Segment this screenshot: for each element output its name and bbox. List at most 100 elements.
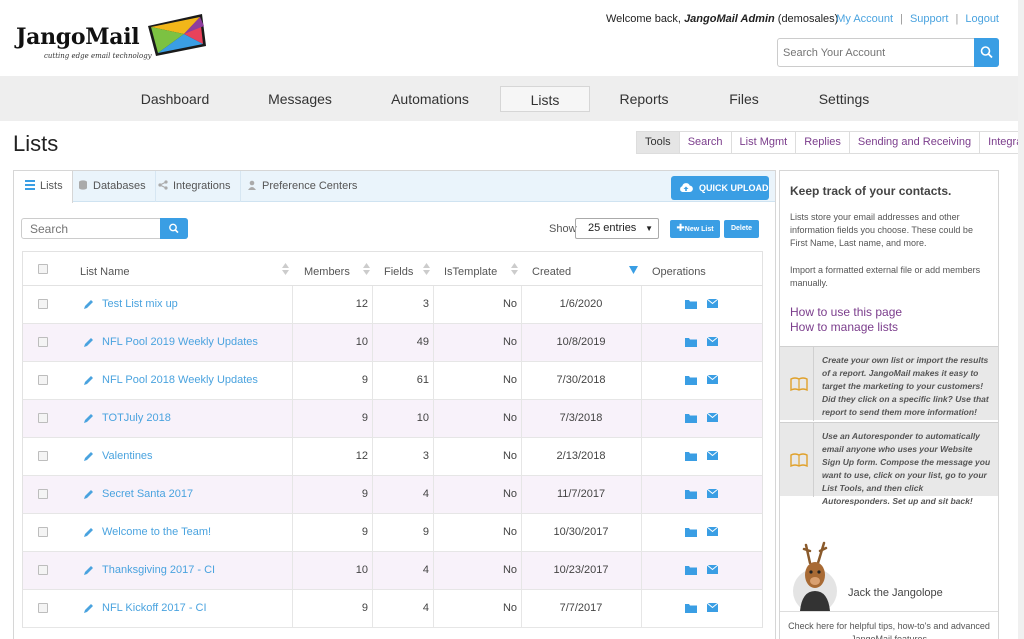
list-name-link[interactable]: NFL Kickoff 2017 - CI	[102, 590, 207, 627]
nav-files[interactable]: Files	[712, 86, 776, 112]
row-checkbox[interactable]	[38, 527, 48, 537]
row-checkbox[interactable]	[38, 337, 48, 347]
jangolope-mascot[interactable]	[784, 539, 846, 611]
list-name-link[interactable]: Thanksgiving 2017 - CI	[102, 552, 215, 589]
col-istemplate[interactable]: IsTemplate	[444, 252, 497, 287]
tab-preference-centers[interactable]: Preference Centers	[247, 171, 357, 202]
members-cell: 9	[361, 602, 368, 614]
list-name-link[interactable]: NFL Pool 2018 Weekly Updates	[102, 362, 258, 399]
col-fields[interactable]: Fields	[384, 252, 413, 287]
nav-messages[interactable]: Messages	[255, 86, 345, 112]
tool-sending-receiving[interactable]: Sending and Receiving	[848, 132, 979, 153]
envelope-icon[interactable]	[707, 299, 718, 308]
list-name-link[interactable]: TOTJuly 2018	[102, 400, 171, 437]
row-checkbox[interactable]	[38, 299, 48, 309]
list-name-link[interactable]: Welcome to the Team!	[102, 514, 211, 551]
nav-automations[interactable]: Automations	[380, 86, 480, 112]
list-name-link[interactable]: Test List mix up	[102, 286, 178, 323]
row-checkbox[interactable]	[38, 413, 48, 423]
folder-icon[interactable]	[685, 337, 697, 347]
envelope-icon[interactable]	[707, 413, 718, 422]
list-name-link[interactable]: NFL Pool 2019 Weekly Updates	[102, 324, 258, 361]
folder-icon[interactable]	[685, 489, 697, 499]
database-icon	[79, 180, 87, 190]
row-checkbox[interactable]	[38, 565, 48, 575]
row-checkbox[interactable]	[38, 603, 48, 613]
created-cell: 7/3/2018	[559, 412, 603, 424]
istemplate-cell: No	[502, 336, 517, 348]
page-title: Lists	[13, 131, 59, 156]
pencil-icon[interactable]	[83, 527, 94, 538]
list-name-link[interactable]: Secret Santa 2017	[102, 476, 193, 513]
envelope-icon[interactable]	[707, 603, 718, 612]
delete-button[interactable]: Delete	[724, 220, 759, 238]
pencil-icon[interactable]	[83, 337, 94, 348]
folder-icon[interactable]	[685, 413, 697, 423]
logout-link[interactable]: Logout	[965, 13, 999, 25]
list-search-input[interactable]	[22, 219, 157, 238]
pencil-icon[interactable]	[83, 603, 94, 614]
envelope-icon[interactable]	[707, 451, 718, 460]
account-search-button[interactable]	[974, 38, 999, 67]
pencil-icon[interactable]	[83, 451, 94, 462]
tab-databases[interactable]: Databases	[78, 171, 156, 202]
row-checkbox[interactable]	[38, 375, 48, 385]
members-cell: 9	[361, 374, 368, 386]
nav-lists[interactable]: Lists	[500, 86, 590, 112]
list-name-link[interactable]: Valentines	[102, 438, 153, 475]
list-search-button[interactable]	[160, 218, 188, 239]
check-here-link[interactable]: Check here for helpful tips, how-to's an…	[780, 611, 998, 639]
pencil-icon[interactable]	[83, 565, 94, 576]
page-scrollbar[interactable]	[1018, 0, 1024, 639]
col-list-name[interactable]: List Name	[80, 252, 130, 287]
tab-integrations[interactable]: Integrations	[158, 171, 242, 202]
nav-reports[interactable]: Reports	[604, 86, 684, 112]
how-to-use-link[interactable]: How to use this page	[790, 305, 902, 319]
folder-icon[interactable]	[685, 565, 697, 575]
tool-search[interactable]: Search	[678, 132, 731, 153]
row-checkbox[interactable]	[38, 451, 48, 461]
col-operations: Operations	[652, 266, 706, 278]
col-created[interactable]: Created	[532, 252, 571, 287]
pencil-icon[interactable]	[83, 299, 94, 310]
created-cell: 10/8/2019	[556, 336, 606, 348]
tab-lists[interactable]: Lists	[14, 171, 73, 203]
envelope-icon[interactable]	[707, 565, 718, 574]
quick-upload-button[interactable]: QUICK UPLOAD	[671, 176, 769, 200]
pencil-icon[interactable]	[83, 413, 94, 424]
pencil-icon[interactable]	[83, 375, 94, 386]
jangomail-logo[interactable]: JangoMail cutting edge email technology	[16, 12, 216, 64]
how-to-manage-link[interactable]: How to manage lists	[790, 320, 898, 334]
nav-dashboard[interactable]: Dashboard	[130, 86, 220, 112]
envelope-icon[interactable]	[707, 337, 718, 346]
tool-list-mgmt[interactable]: List Mgmt	[730, 132, 796, 153]
folder-icon[interactable]	[685, 527, 697, 537]
members-cell: 9	[361, 488, 368, 500]
top-links: My Account | Support | Logout	[836, 13, 999, 25]
account-search-input[interactable]	[778, 39, 968, 66]
support-link[interactable]: Support	[910, 13, 949, 25]
tool-replies[interactable]: Replies	[795, 132, 849, 153]
row-checkbox[interactable]	[38, 489, 48, 499]
folder-icon[interactable]	[685, 299, 697, 309]
entries-select[interactable]: 25 entries ▼	[575, 218, 659, 239]
pencil-icon[interactable]	[83, 489, 94, 500]
logo-text: JangoMail	[16, 24, 140, 50]
envelope-icon[interactable]	[707, 489, 718, 498]
envelope-icon[interactable]	[707, 527, 718, 536]
sidebar-paragraph: Lists store your email addresses and oth…	[790, 212, 973, 248]
tip-card: Use an Autoresponder to automatically em…	[780, 422, 998, 506]
created-cell: 11/7/2017	[556, 488, 606, 500]
col-members[interactable]: Members	[304, 252, 350, 287]
folder-icon[interactable]	[685, 375, 697, 385]
envelope-icon[interactable]	[707, 375, 718, 384]
folder-icon[interactable]	[685, 451, 697, 461]
nav-settings[interactable]: Settings	[810, 86, 878, 112]
fields-cell: 61	[416, 374, 429, 386]
new-list-button[interactable]: ✚New List	[670, 220, 720, 238]
tip-card: Create your own list or import the resul…	[780, 346, 998, 421]
plus-icon: ✚	[676, 223, 685, 234]
select-all-checkbox[interactable]	[38, 264, 48, 274]
folder-icon[interactable]	[685, 603, 697, 613]
my-account-link[interactable]: My Account	[836, 13, 893, 25]
